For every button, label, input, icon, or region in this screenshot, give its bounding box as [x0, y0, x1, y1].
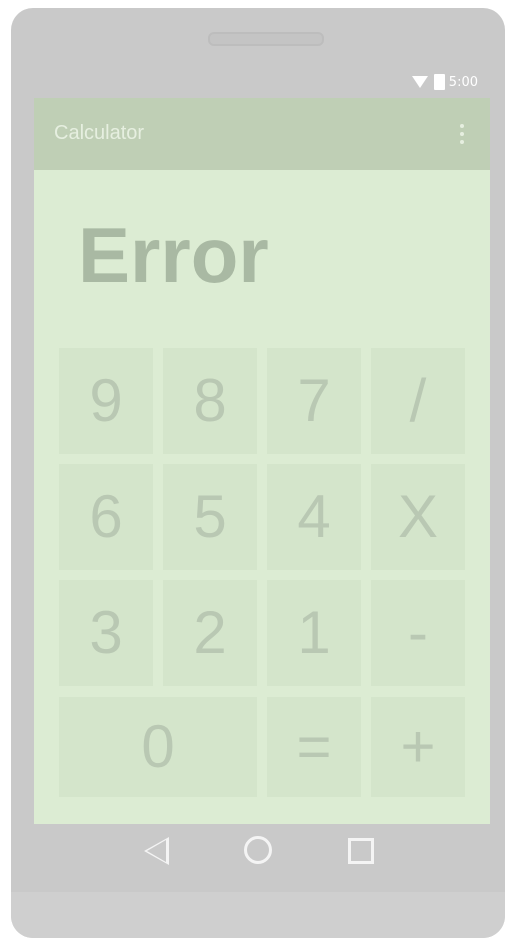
navigation-bar	[0, 824, 506, 884]
battery-icon	[433, 74, 445, 90]
key-0[interactable]: 0	[59, 697, 257, 797]
key-3[interactable]: 3	[59, 580, 153, 686]
wifi-icon	[411, 76, 428, 88]
status-icons: 5:00	[411, 72, 478, 92]
key-equals[interactable]: =	[267, 697, 361, 797]
key-2[interactable]: 2	[163, 580, 257, 686]
key-minus[interactable]: -	[371, 580, 465, 686]
keypad: 9 8 7 / 6 5 4 X 3 2 1 - 0 = +	[34, 98, 490, 824]
status-time: 5:00	[448, 74, 478, 90]
key-1[interactable]: 1	[267, 580, 361, 686]
key-7[interactable]: 7	[267, 348, 361, 454]
key-9[interactable]: 9	[59, 348, 153, 454]
key-5[interactable]: 5	[163, 464, 257, 570]
key-plus[interactable]: +	[371, 697, 465, 797]
key-multiply[interactable]: X	[371, 464, 465, 570]
key-8[interactable]: 8	[163, 348, 257, 454]
home-icon[interactable]	[244, 836, 272, 864]
phone-chin	[11, 892, 505, 938]
back-icon[interactable]	[144, 837, 169, 865]
speaker-grill	[208, 32, 324, 46]
status-bar: 5:00	[23, 66, 480, 98]
key-4[interactable]: 4	[267, 464, 361, 570]
app-screen: Calculator Error 9 8 7 / 6 5 4 X 3 2 1 -…	[34, 98, 490, 824]
key-6[interactable]: 6	[59, 464, 153, 570]
key-divide[interactable]: /	[371, 348, 465, 454]
recents-icon[interactable]	[348, 838, 374, 864]
